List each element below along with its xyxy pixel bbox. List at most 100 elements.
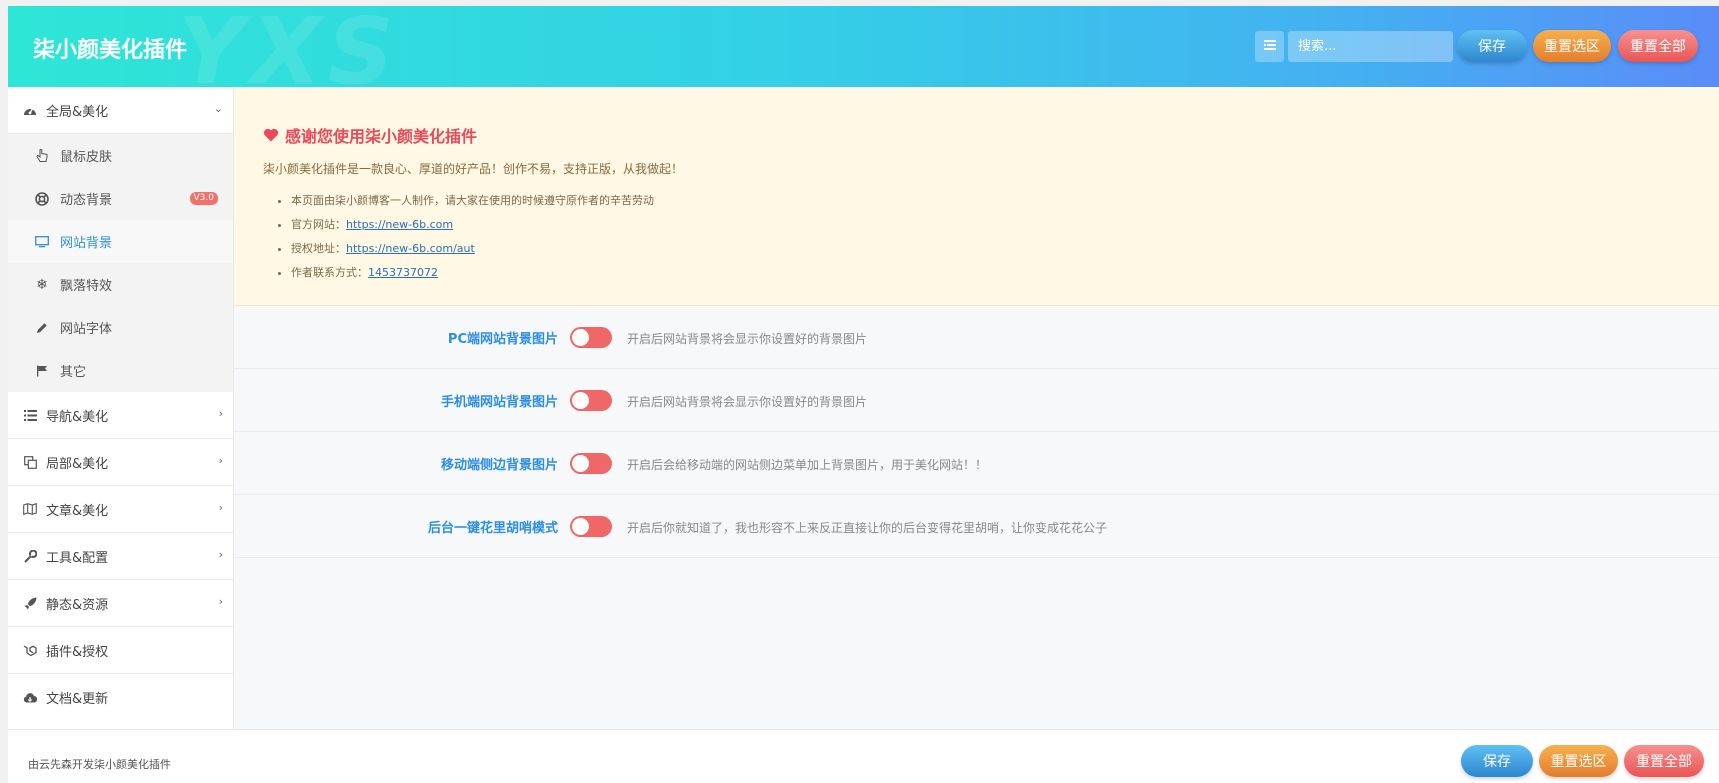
wrench-icon: [22, 548, 38, 564]
notice-item-text: 作者联系方式：: [291, 266, 368, 279]
chevron-right-icon: ›: [218, 407, 223, 420]
field-help: 开启后网站背景将会显示你设置好的背景图片: [627, 332, 868, 346]
save-button[interactable]: 保存: [1457, 30, 1527, 62]
footer-save-button[interactable]: 保存: [1461, 745, 1533, 777]
field-label: 手机端网站背景图片: [440, 395, 558, 410]
sidebar: 全局&美化 ⌄ 鼠标皮肤 动态背景 V3.0 网站背景 ❄ 飘落特效 网站字体 …: [8, 87, 234, 729]
sidebar-item-label: 静态&资源: [46, 597, 109, 613]
chevron-right-icon: ›: [218, 548, 223, 561]
fancy-mode-switch[interactable]: [570, 516, 612, 537]
flag-icon: [34, 363, 50, 379]
mobile-bg-switch[interactable]: [570, 390, 612, 411]
search-input[interactable]: [1288, 31, 1453, 62]
list-icon: [22, 407, 38, 423]
notice-list: 本页面由柒小颜博客一人制作，请大家在使用的时候遵守原作者的辛苦劳动 官方网站：h…: [263, 189, 654, 285]
sidebar-item-label: 工具&配置: [46, 550, 109, 566]
sidebar-subitem-site-bg[interactable]: 网站背景: [8, 220, 233, 263]
chevron-right-icon: ›: [218, 454, 223, 467]
reset-section-button[interactable]: 重置选区: [1533, 30, 1611, 62]
sidebar-subitem-label: 动态背景: [60, 193, 113, 208]
sidebar-subitem-label: 飘落特效: [60, 279, 113, 294]
expand-toggle-button[interactable]: [1255, 31, 1284, 62]
field-help: 开启后网站背景将会显示你设置好的背景图片: [627, 395, 868, 409]
sidebar-item-label: 插件&授权: [46, 644, 109, 660]
footer-credit: 由云先森开发柒小颜美化插件: [28, 758, 171, 771]
notice-description: 柒小颜美化插件是一款良心、厚道的好产品！创作不易，支持正版，从我做起！: [263, 162, 684, 176]
sidebar-subitem-label: 其它: [60, 365, 87, 380]
rocket-icon: [22, 595, 38, 611]
switch-knob: [572, 518, 589, 535]
sidebar-item-partial[interactable]: 局部&美化 ›: [8, 439, 233, 486]
sidebar-item-docs[interactable]: 文档&更新: [8, 674, 233, 721]
mobile-sidebar-bg-switch[interactable]: [570, 453, 612, 474]
notice-item-text: 授权地址：: [291, 242, 346, 255]
notice-item-text: 官方网站：: [291, 218, 346, 231]
field-label: 后台一键花里胡哨模式: [427, 521, 558, 536]
sidebar-subitem-falling[interactable]: ❄ 飘落特效: [8, 263, 233, 306]
chevron-right-icon: ›: [218, 501, 223, 514]
copy-icon: [22, 454, 38, 470]
footer-reset-all-button[interactable]: 重置全部: [1624, 745, 1704, 777]
snowflake-icon: ❄: [36, 276, 48, 293]
main-content: 感谢您使用柒小颜美化插件 柒小颜美化插件是一款良心、厚道的好产品！创作不易，支持…: [234, 87, 1719, 729]
sidebar-item-tools[interactable]: 工具&配置 ›: [8, 533, 233, 580]
sidebar-subitem-dynamic-bg[interactable]: 动态背景 V3.0: [8, 177, 233, 220]
field-help: 开启后会给移动端的网站侧边菜单加上背景图片，用于美化网站！！: [627, 458, 988, 472]
life-ring-icon: [34, 191, 50, 207]
field-label: PC端网站背景图片: [447, 332, 558, 347]
sidebar-item-label: 文章&美化: [46, 503, 109, 519]
header: YXS 柒小颜美化插件 保存 重置选区 重置全部: [8, 6, 1719, 87]
sidebar-item-static[interactable]: 静态&资源 ›: [8, 580, 233, 627]
sidebar-subitem-cursor[interactable]: 鼠标皮肤: [8, 134, 233, 177]
notice-title: 感谢您使用柒小颜美化插件: [263, 123, 477, 147]
sidebar-item-article[interactable]: 文章&美化 ›: [8, 486, 233, 533]
dashboard-icon: [22, 102, 38, 118]
sidebar-subitem-label: 鼠标皮肤: [60, 150, 113, 165]
field-fancy-mode: 后台一键花里胡哨模式 开启后你就知道了，我也形容不上来反正直接让你的后台变得花里…: [234, 495, 1719, 558]
pc-bg-switch[interactable]: [570, 327, 612, 348]
hand-pointer-icon: [34, 148, 50, 164]
version-badge: V3.0: [189, 192, 218, 205]
list-item: 授权地址：https://new-6b.com/aut: [291, 237, 654, 261]
sidebar-subitem-other[interactable]: 其它: [8, 349, 233, 392]
desktop-icon: [34, 234, 50, 250]
field-pc-bg: PC端网站背景图片 开启后网站背景将会显示你设置好的背景图片: [234, 306, 1719, 369]
app-title: 柒小颜美化插件: [33, 38, 188, 63]
list-item: 本页面由柒小颜博客一人制作，请大家在使用的时候遵守原作者的辛苦劳动: [291, 189, 654, 213]
sidebar-subitem-font[interactable]: 网站字体: [8, 306, 233, 349]
sidebar-item-nav[interactable]: 导航&美化 ›: [8, 392, 233, 439]
reset-all-button[interactable]: 重置全部: [1618, 30, 1698, 62]
notice-item-text: 本页面由柒小颜博客一人制作，请大家在使用的时候遵守原作者的辛苦劳动: [291, 194, 654, 207]
contact-link[interactable]: 1453737072: [368, 266, 438, 279]
list-item: 官方网站：https://new-6b.com: [291, 213, 654, 237]
laravel-icon: [22, 642, 38, 658]
sidebar-subitem-label: 网站字体: [60, 322, 113, 337]
sidebar-item-label: 导航&美化: [46, 409, 109, 425]
official-site-link[interactable]: https://new-6b.com: [346, 218, 453, 231]
chevron-down-icon: ⌄: [213, 102, 223, 115]
heart-icon: [263, 128, 279, 142]
switch-knob: [572, 455, 589, 472]
switch-knob: [572, 392, 589, 409]
notice-panel: 感谢您使用柒小颜美化插件 柒小颜美化插件是一款良心、厚道的好产品！创作不易，支持…: [234, 87, 1719, 306]
license-link[interactable]: https://new-6b.com/aut: [346, 242, 475, 255]
field-mobile-bg: 手机端网站背景图片 开启后网站背景将会显示你设置好的背景图片: [234, 369, 1719, 432]
sidebar-item-label: 局部&美化: [46, 456, 109, 472]
pencil-icon: [34, 320, 50, 336]
map-icon: [22, 501, 38, 517]
notice-title-text: 感谢您使用柒小颜美化插件: [285, 127, 478, 146]
sidebar-item-label: 全局&美化: [46, 104, 109, 120]
sidebar-subitem-label: 网站背景: [60, 236, 113, 251]
sidebar-item-label: 文档&更新: [46, 692, 109, 707]
cloud-download-icon: [22, 690, 38, 706]
footer: 由云先森开发柒小颜美化插件 保存 重置选区 重置全部: [8, 729, 1719, 783]
field-mobile-sidebar-bg: 移动端侧边背景图片 开启后会给移动端的网站侧边菜单加上背景图片，用于美化网站！！: [234, 432, 1719, 495]
footer-reset-section-button[interactable]: 重置选区: [1539, 745, 1618, 777]
field-label: 移动端侧边背景图片: [440, 458, 558, 473]
sidebar-item-global[interactable]: 全局&美化 ⌄: [8, 87, 233, 134]
chevron-right-icon: ›: [218, 595, 223, 608]
list-toggle-icon: [1263, 39, 1276, 54]
submenu-global: 鼠标皮肤 动态背景 V3.0 网站背景 ❄ 飘落特效 网站字体 其它: [8, 134, 233, 392]
sidebar-item-plugin-license[interactable]: 插件&授权: [8, 627, 233, 674]
list-item: 作者联系方式：1453737072: [291, 261, 654, 285]
